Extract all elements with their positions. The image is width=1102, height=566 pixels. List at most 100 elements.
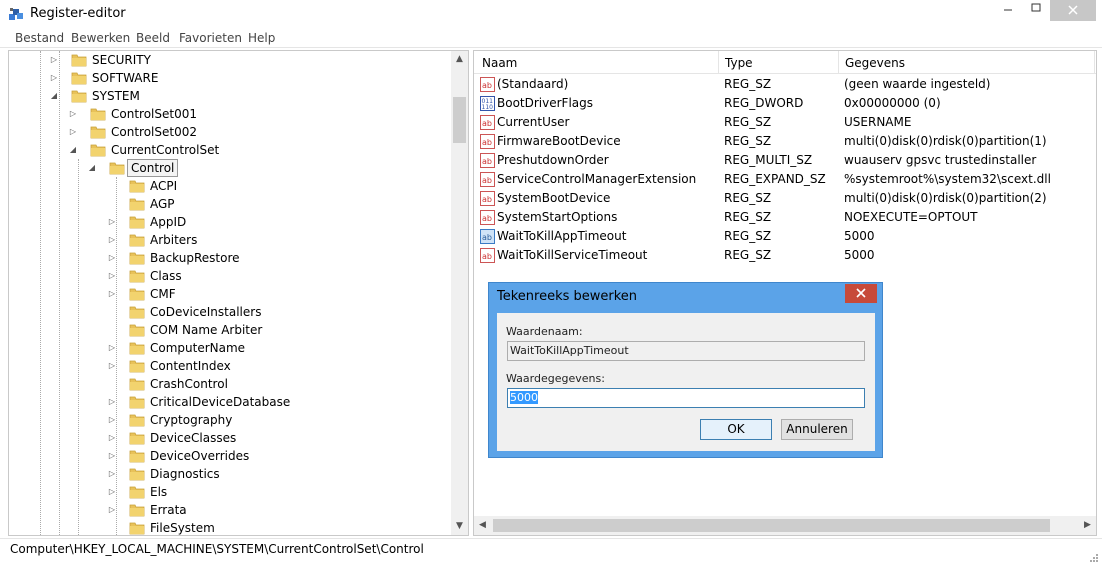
column-separator[interactable]: [1094, 51, 1095, 74]
value-row[interactable]: ab FirmwareBootDevice REG_SZ multi(0)disk(0…: [474, 132, 1096, 151]
key-tree-pane[interactable]: ▷ SECURITY ▷ SOFTWARE ◢ SYSTEM ▷ ControlSet001 ▷…: [8, 50, 469, 536]
value-row[interactable]: ab PreshutdownOrder REG_MULTI_SZ wuauserv g…: [474, 151, 1096, 170]
collapsed-arrow-icon[interactable]: ▷: [107, 249, 117, 267]
tree-node-label: Errata: [150, 503, 187, 517]
menu-bewerken[interactable]: Bewerken: [71, 31, 130, 45]
collapsed-arrow-icon[interactable]: ▷: [107, 501, 117, 519]
value-row[interactable]: ab SystemStartOptions REG_SZ NOEXECUTE=OPT…: [474, 208, 1096, 227]
value-type: REG_SZ: [724, 210, 772, 224]
string-value-icon: ab: [480, 210, 495, 225]
tree-guide-line: [40, 51, 41, 535]
collapsed-arrow-icon[interactable]: ▷: [107, 429, 117, 447]
value-row[interactable]: ab (Standaard) REG_SZ (geen waarde ingestel…: [474, 75, 1096, 94]
dialog-body: Waardenaam: WaitToKillAppTimeout Waardeg…: [497, 313, 875, 451]
tree-node-label: AGP: [150, 197, 175, 211]
collapsed-arrow-icon[interactable]: ▷: [107, 213, 117, 231]
string-value-icon: ab: [480, 248, 495, 263]
collapsed-arrow-icon[interactable]: ▷: [49, 69, 59, 87]
expanded-arrow-icon[interactable]: ◢: [87, 159, 97, 177]
collapsed-arrow-icon[interactable]: ▷: [49, 51, 59, 69]
svg-text:ab: ab: [482, 176, 492, 185]
value-name: WaitToKillServiceTimeout: [497, 248, 648, 262]
collapsed-arrow-icon[interactable]: ▷: [107, 393, 117, 411]
close-icon: [856, 288, 866, 298]
column-header-gegevens[interactable]: Gegevens: [845, 56, 905, 70]
collapsed-arrow-icon[interactable]: ▷: [107, 483, 117, 501]
collapsed-arrow-icon[interactable]: ▷: [107, 465, 117, 483]
tree-node-label: FileSystem: [150, 521, 215, 535]
value-row[interactable]: ab ServiceControlManagerExtension REG_EXPA…: [474, 170, 1096, 189]
resize-grip-icon[interactable]: [1088, 552, 1098, 562]
value-name: CurrentUser: [497, 115, 570, 129]
folder-icon: [129, 485, 145, 499]
collapsed-arrow-icon[interactable]: ▷: [107, 447, 117, 465]
string-value-icon: ab: [480, 172, 495, 187]
value-data-input[interactable]: 5000: [507, 388, 865, 408]
scroll-up-button[interactable]: ▲: [451, 51, 468, 68]
tree-node-label: ControlSet002: [111, 125, 197, 139]
string-value-icon: ab: [480, 134, 495, 149]
value-name: SystemBootDevice: [497, 191, 611, 205]
ok-button[interactable]: OK: [700, 419, 772, 440]
value-name: BootDriverFlags: [497, 96, 594, 110]
value-name: ServiceControlManagerExtension: [497, 172, 697, 186]
value-data: 5000: [844, 248, 875, 262]
value-name: (Standaard): [497, 77, 569, 91]
menu-favorieten[interactable]: Favorieten: [179, 31, 242, 45]
tree-node-label: DeviceOverrides: [150, 449, 250, 463]
folder-icon: [71, 53, 87, 67]
collapsed-arrow-icon[interactable]: ▷: [107, 357, 117, 375]
folder-icon: [129, 233, 145, 247]
value-row[interactable]: ab WaitToKillAppTimeout REG_SZ 5000: [474, 227, 1096, 246]
value-row[interactable]: ab CurrentUser REG_SZ USERNAME: [474, 113, 1096, 132]
collapsed-arrow-icon[interactable]: ▷: [107, 231, 117, 249]
binary-value-icon: 011 110: [480, 96, 495, 111]
tree-vertical-scrollbar[interactable]: ▲ ▼: [451, 51, 468, 535]
string-value-icon: ab: [480, 153, 495, 168]
scroll-thumb[interactable]: [493, 519, 1050, 532]
scroll-left-button[interactable]: ◀: [474, 516, 491, 535]
tree-node-label: CMF: [150, 287, 176, 301]
menu-beeld[interactable]: Beeld: [136, 31, 170, 45]
folder-icon: [129, 395, 145, 409]
column-separator[interactable]: [838, 51, 839, 74]
string-value-icon: ab: [480, 77, 495, 92]
collapsed-arrow-icon[interactable]: ▷: [107, 339, 117, 357]
menu-help[interactable]: Help: [248, 31, 275, 45]
folder-icon: [129, 287, 145, 301]
column-separator[interactable]: [718, 51, 719, 74]
dialog-close-button[interactable]: [845, 284, 877, 303]
svg-text:ab: ab: [482, 233, 492, 242]
scroll-thumb[interactable]: [453, 97, 466, 143]
collapsed-arrow-icon[interactable]: ▷: [107, 411, 117, 429]
cancel-button[interactable]: Annuleren: [781, 419, 853, 440]
value-data: NOEXECUTE=OPTOUT: [844, 210, 978, 224]
folder-icon: [129, 251, 145, 265]
menu-bestand[interactable]: Bestand: [15, 31, 64, 45]
close-button[interactable]: [1050, 0, 1096, 21]
value-row[interactable]: ab SystemBootDevice REG_SZ multi(0)disk(0)r…: [474, 189, 1096, 208]
expanded-arrow-icon[interactable]: ◢: [49, 87, 59, 105]
collapsed-arrow-icon[interactable]: ▷: [107, 267, 117, 285]
tree-node-label: AppID: [150, 215, 187, 229]
column-header-type[interactable]: Type: [725, 56, 753, 70]
scroll-down-button[interactable]: ▼: [451, 518, 468, 535]
tree-node-label: BackupRestore: [150, 251, 240, 265]
folder-icon: [129, 269, 145, 283]
expanded-arrow-icon[interactable]: ◢: [68, 141, 78, 159]
value-row[interactable]: 011 110 BootDriverFlags REG_DWORD 0x00000000…: [474, 94, 1096, 113]
collapsed-arrow-icon[interactable]: ▷: [68, 123, 78, 141]
collapsed-arrow-icon[interactable]: ▷: [68, 105, 78, 123]
menu-bar: Bestand Bewerken Beeld Favorieten Help: [0, 29, 1102, 48]
list-horizontal-scrollbar[interactable]: ◀ ▶: [474, 516, 1096, 535]
scroll-right-button[interactable]: ▶: [1079, 516, 1096, 535]
column-header-naam[interactable]: Naam: [482, 56, 517, 70]
value-row[interactable]: ab WaitToKillServiceTimeout REG_SZ 5000: [474, 246, 1096, 265]
collapsed-arrow-icon[interactable]: ▷: [107, 285, 117, 303]
tree-node-label: Els: [150, 485, 168, 499]
minimize-button[interactable]: [994, 0, 1022, 21]
tree-guide-line: [78, 159, 79, 535]
value-data: USERNAME: [844, 115, 912, 129]
maximize-button[interactable]: [1022, 0, 1050, 21]
folder-icon: [129, 503, 145, 517]
